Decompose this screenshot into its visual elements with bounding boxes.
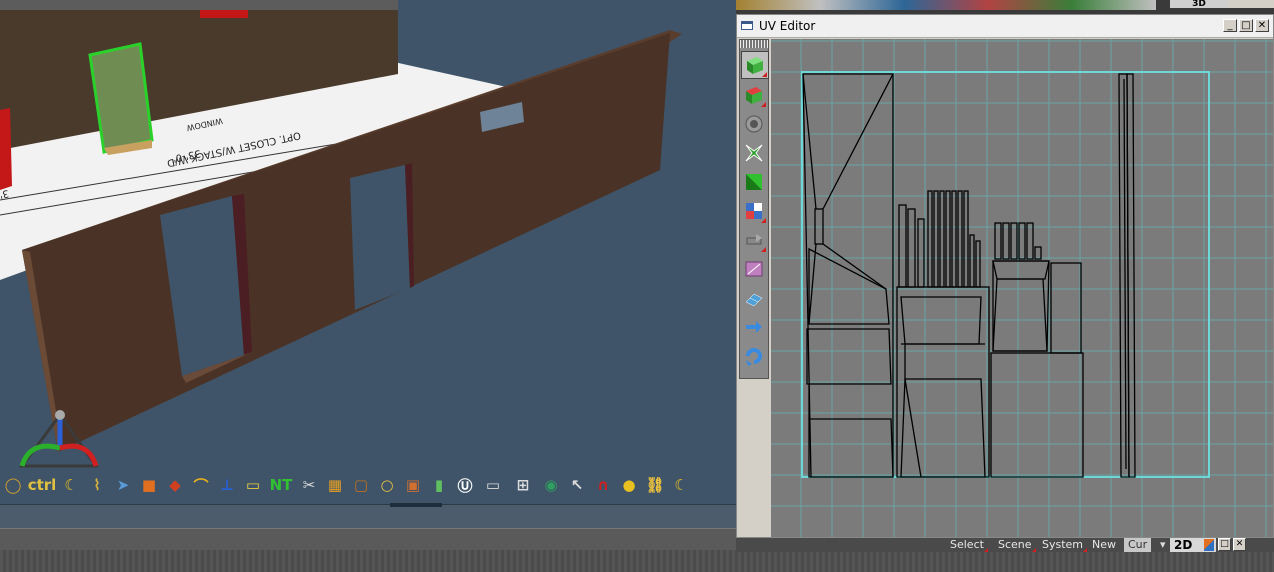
tab-dropdown-arrow[interactable]: ▾	[1156, 538, 1170, 552]
texture-image-icon[interactable]	[741, 256, 767, 282]
uv-editor-titlebar[interactable]: UV Editor _ □ ✕	[737, 15, 1273, 38]
boomerang-icon[interactable]: ⌒	[190, 474, 212, 496]
tab-select[interactable]: Select	[946, 538, 988, 552]
frame-icon[interactable]: ▢	[350, 474, 372, 496]
door-opening-2	[350, 165, 410, 310]
viewport-scrollbar[interactable]	[0, 503, 736, 528]
close-button[interactable]: ✕	[1255, 19, 1269, 32]
lasso-icon[interactable]: ◯	[2, 474, 24, 496]
maximize-button[interactable]: □	[1239, 19, 1253, 32]
top-toolbar-icons[interactable]	[736, 0, 1156, 10]
arrow-right-icon[interactable]	[741, 314, 767, 340]
bottom-close-button[interactable]: ✕	[1233, 538, 1246, 551]
tab-new[interactable]: New	[1088, 538, 1120, 552]
fish-icon[interactable]: ➤	[112, 474, 134, 496]
ctrl-button[interactable]: ctrl	[28, 474, 57, 496]
red-door-frame	[0, 108, 12, 190]
single-view-icon[interactable]: ▭	[480, 474, 506, 496]
chain-icon[interactable]: ○	[376, 474, 398, 496]
balls-icon[interactable]: ●	[618, 474, 640, 496]
unreal-logo-icon[interactable]: Ⓤ	[454, 474, 476, 496]
printer-icon[interactable]: ▭	[242, 474, 264, 496]
rotate-uv-icon[interactable]	[741, 343, 767, 369]
axis-icon[interactable]: ⊥	[216, 474, 238, 496]
tool-strip-grip[interactable]	[740, 40, 768, 48]
uv-editor-window: UV Editor _ □ ✕	[736, 14, 1274, 538]
red-marker	[200, 10, 248, 18]
top-window-controls[interactable]	[1228, 0, 1274, 8]
bar-chart-icon[interactable]: ▮	[428, 474, 450, 496]
bottom-maximize-button[interactable]: □	[1218, 538, 1231, 551]
brush-icon[interactable]: ⌇	[86, 474, 108, 496]
uv-grid	[771, 39, 1273, 537]
picture-icon[interactable]: ▣	[402, 474, 424, 496]
tab-scene[interactable]: Scene	[994, 538, 1036, 552]
green-disc-icon[interactable]: ◉	[540, 474, 562, 496]
banana-icon[interactable]: ☾	[670, 474, 692, 496]
3d-scene[interactable]: OPT. CLOSET W/STACK W/D 33'-0" WINDOW 3'…	[0, 0, 736, 528]
uv-canvas[interactable]	[771, 39, 1273, 537]
magnet-icon[interactable]: ∩	[592, 474, 614, 496]
boxes-icon[interactable]: ◆	[164, 474, 186, 496]
nt-button[interactable]: NT	[268, 474, 294, 496]
scissors-icon[interactable]: ✂	[298, 474, 320, 496]
select-polygon-icon[interactable]	[741, 82, 767, 108]
viewport-toolbar: ◯ ctrl ☾ ⌇ ➤ ■ ◆ ⌒ ⊥ ▭ NT ✂ ▦ ▢ ○ ▣ ▮ Ⓤ …	[0, 466, 736, 504]
select-faces-icon[interactable]	[741, 51, 769, 79]
bottom-strip	[0, 550, 1274, 572]
banana-icon[interactable]: ☾	[60, 474, 82, 496]
scroll-grip[interactable]	[390, 503, 442, 507]
3d-viewport[interactable]: OPT. CLOSET W/STACK W/D 33'-0" WINDOW 3'…	[0, 0, 736, 528]
back-wall-top	[0, 0, 398, 10]
uv-tool-strip	[739, 39, 769, 379]
minimize-button[interactable]: _	[1223, 19, 1237, 32]
grid-plane-icon[interactable]	[741, 285, 767, 311]
box-map-icon[interactable]	[741, 169, 767, 195]
box-icon[interactable]: ■	[138, 474, 160, 496]
uv-editor-title: UV Editor	[759, 19, 816, 33]
move-uv-icon[interactable]	[741, 227, 767, 253]
planar-map-icon[interactable]	[741, 140, 767, 166]
color-grid-icon[interactable]: ▦	[324, 474, 346, 496]
mode-2d-button[interactable]: 2D	[1170, 538, 1216, 552]
cursor-icon[interactable]: ↖	[566, 474, 588, 496]
tab-system[interactable]: System	[1038, 538, 1088, 552]
mode-3d-button[interactable]: 3D	[1170, 0, 1228, 9]
split-view-icon[interactable]: ⊞	[510, 474, 536, 496]
uv-layout[interactable]	[771, 39, 1273, 537]
window-icon	[741, 21, 753, 30]
tab-cur[interactable]: Cur	[1124, 538, 1152, 552]
status-bar	[0, 528, 736, 551]
checker-map-icon[interactable]	[741, 198, 767, 224]
sphere-map-icon[interactable]	[741, 111, 767, 137]
flag-icon	[1204, 539, 1214, 551]
link-icon[interactable]: ⛓	[644, 474, 666, 496]
